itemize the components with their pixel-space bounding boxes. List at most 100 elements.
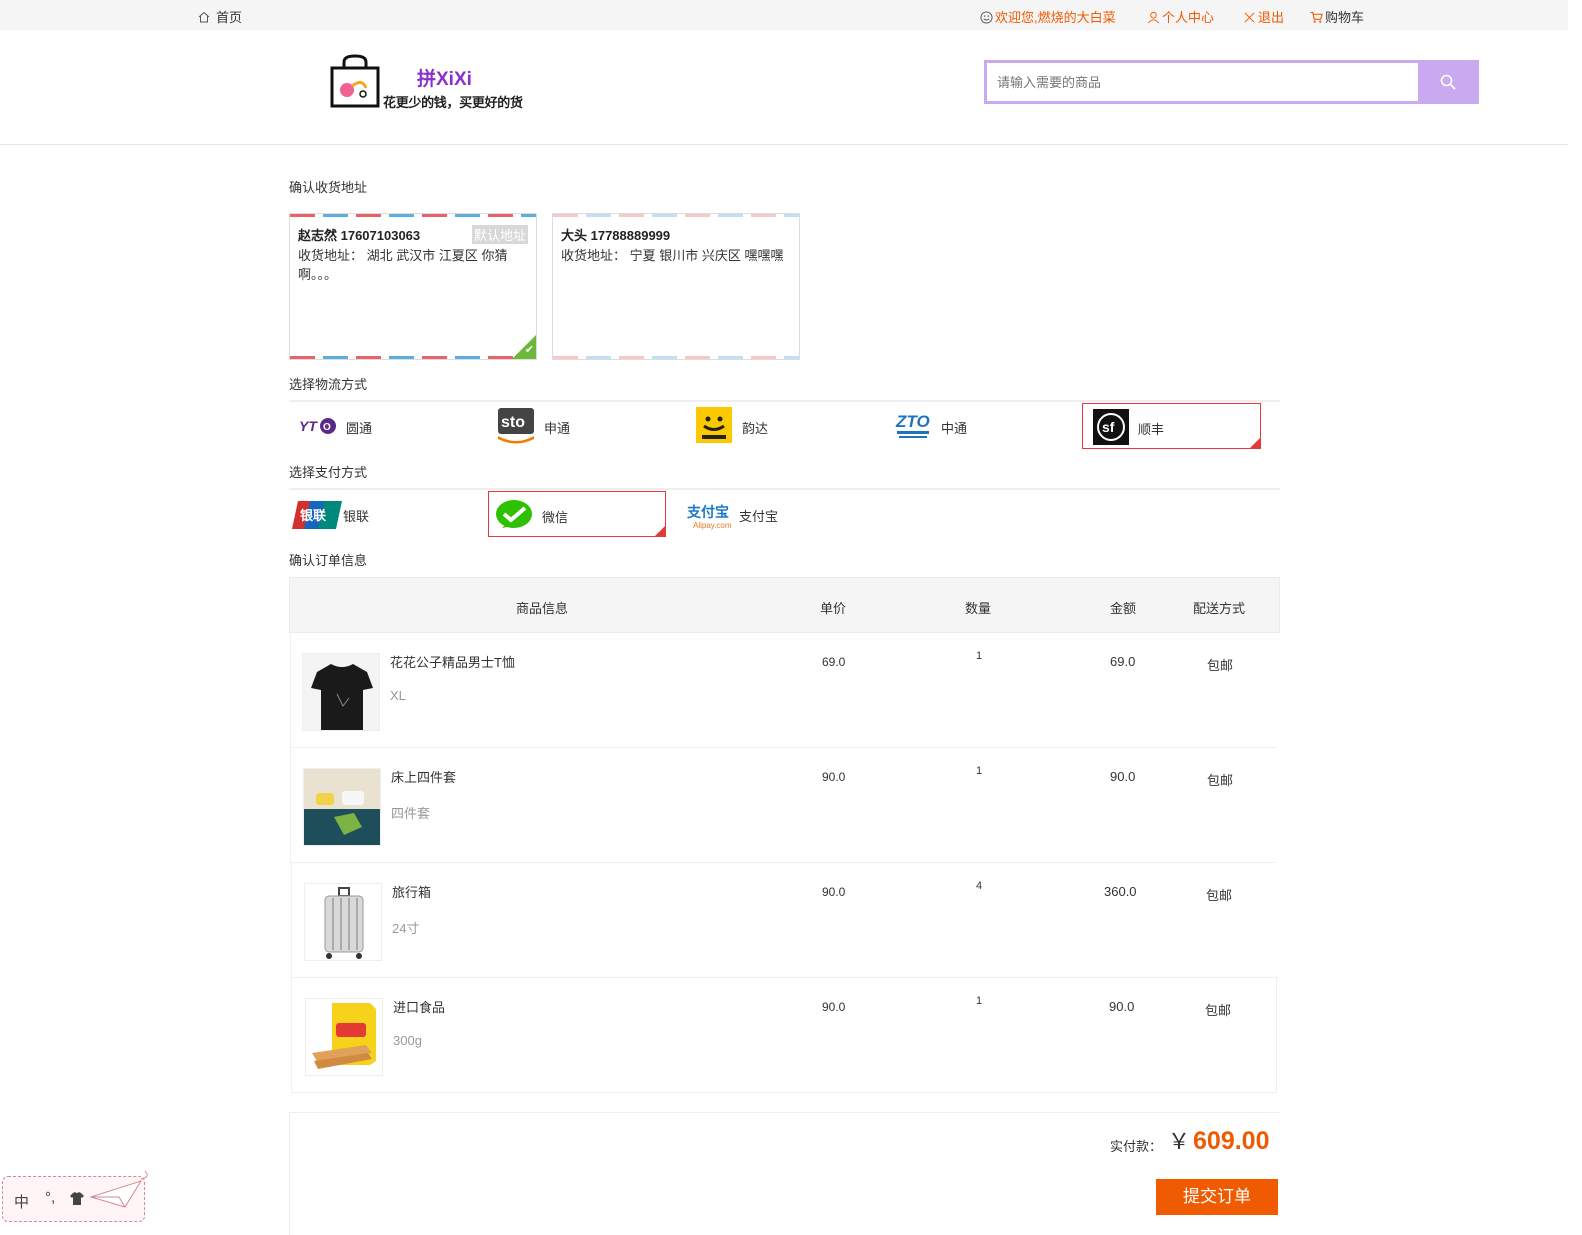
product-spec: XL <box>390 688 406 703</box>
shipping-method: 包邮 <box>1206 888 1233 903</box>
svg-text:O: O <box>323 422 331 433</box>
divider <box>289 488 1280 490</box>
search-input[interactable] <box>987 63 1407 101</box>
logistics-section-title: 选择物流方式 <box>289 377 368 392</box>
site-header: 拼XiXi 花更少的钱，买更好的货 <box>0 30 1568 145</box>
product-name[interactable]: 床上四件套 <box>391 767 456 786</box>
payment-label: 支付宝 <box>739 509 779 524</box>
ime-toolbar[interactable]: 中 °, <box>2 1170 148 1222</box>
address-text: 收货地址： 湖北 武汉市 江夏区 你猜啊。。。 <box>298 248 508 282</box>
search-button[interactable] <box>1418 60 1479 104</box>
address-card[interactable]: 赵志然 17607103063 收货地址： 湖北 武汉市 江夏区 你猜啊。。。 … <box>289 213 537 360</box>
selected-corner <box>1250 438 1260 448</box>
column-header: 配送方式 <box>1193 601 1246 616</box>
product-name[interactable]: 进口食品 <box>393 997 445 1016</box>
address-card[interactable]: 大头 17788889999 收货地址： 宁夏 银川市 兴庆区 嘿嘿嘿 <box>552 213 800 360</box>
total-amount: 609.00 <box>1193 1127 1270 1155</box>
address-text: 收货地址： 宁夏 银川市 兴庆区 嘿嘿嘿 <box>561 248 784 263</box>
order-section-title: 确认订单信息 <box>289 553 368 568</box>
sto-logo-icon: sto <box>498 408 534 444</box>
logistics-option-sto[interactable]: sto 申通 <box>489 403 669 449</box>
svg-text:sto: sto <box>501 414 525 431</box>
sf-logo-icon: sf <box>1093 409 1129 445</box>
logistics-option-sf[interactable]: sf 顺丰 <box>1082 403 1261 449</box>
product-thumbnail[interactable] <box>305 998 383 1076</box>
snack-image <box>306 999 382 1075</box>
user-icon <box>1148 11 1159 24</box>
smile-icon <box>980 11 993 24</box>
logistics-label: 顺丰 <box>1138 422 1165 437</box>
product-thumbnail[interactable] <box>304 883 382 961</box>
product-spec: 300g <box>393 1033 422 1048</box>
quantity: 4 <box>976 880 983 892</box>
airmail-stripe <box>290 214 536 217</box>
currency-symbol: ￥ <box>1168 1129 1191 1154</box>
payment-label: 银联 <box>343 509 370 524</box>
table-row: 花花公子精品男士T恤 XL 69.0 1 69.0 包邮 <box>290 633 1276 748</box>
table-row: 旅行箱 24寸 90.0 4 360.0 包邮 <box>291 863 1277 978</box>
bedding-image <box>304 769 380 845</box>
brand-name: 拼XiXi <box>417 69 472 90</box>
payment-option-unionpay[interactable]: 银联 银联 <box>289 491 469 537</box>
payment-option-wechat[interactable]: 微信 <box>488 491 666 537</box>
suitcase-image <box>305 884 381 960</box>
home-icon <box>198 11 210 23</box>
quantity: 1 <box>976 650 983 662</box>
cart-link[interactable]: 购物车 <box>1310 7 1364 26</box>
svg-text:银联: 银联 <box>300 508 326 524</box>
unionpay-logo-icon: 银联 <box>292 501 342 529</box>
column-header: 金额 <box>1110 601 1137 616</box>
product-thumbnail[interactable] <box>303 768 381 846</box>
product-name[interactable]: 花花公子精品男士T恤 <box>390 652 515 671</box>
logistics-option-zto[interactable]: ZTO 中通 <box>886 403 1066 449</box>
logistics-option-yto[interactable]: YT O 圆通 <box>289 403 469 449</box>
wechat-logo-icon <box>496 500 532 528</box>
yto-logo-icon: YT O <box>299 418 336 434</box>
submit-order-button[interactable]: 提交订单 <box>1156 1179 1278 1215</box>
shipping-method: 包邮 <box>1205 1003 1232 1018</box>
product-name[interactable]: 旅行箱 <box>392 882 431 901</box>
pay-label: 实付款： <box>1110 1139 1163 1154</box>
amount: 90.0 <box>1109 999 1135 1014</box>
logistics-option-yunda[interactable]: 韵达 <box>687 403 867 449</box>
address-section-title: 确认收货地址 <box>289 180 368 195</box>
skin-icon[interactable] <box>70 1192 84 1205</box>
amount: 69.0 <box>1110 654 1136 669</box>
payment-option-alipay[interactable]: 支付宝 Alipay.com 支付宝 <box>686 491 866 537</box>
unit-price: 90.0 <box>822 885 846 899</box>
unit-price: 69.0 <box>822 655 846 669</box>
payment-label: 微信 <box>542 510 569 525</box>
logout-link[interactable]: 退出 <box>1243 7 1284 26</box>
address-name-phone: 大头 17788889999 <box>561 228 671 243</box>
svg-text:支付宝: 支付宝 <box>687 504 729 521</box>
svg-text:sf: sf <box>1102 419 1115 435</box>
airmail-stripe <box>290 356 536 359</box>
brand-slogan: 花更少的钱，买更好的货 <box>383 95 523 110</box>
home-link[interactable]: 首页 <box>198 7 242 26</box>
user-center-link[interactable]: 个人中心 <box>1147 7 1214 26</box>
logistics-label: 申通 <box>544 421 571 436</box>
column-header: 商品信息 <box>516 601 569 616</box>
check-icon: ✔ <box>524 344 534 356</box>
amount: 360.0 <box>1104 884 1137 899</box>
ime-mode-toggle[interactable]: 中 <box>14 1191 29 1212</box>
search-box <box>984 60 1419 104</box>
quantity: 1 <box>976 765 983 777</box>
paper-plane-icon <box>89 1170 148 1208</box>
product-thumbnail[interactable] <box>302 653 380 731</box>
logistics-label: 韵达 <box>742 421 769 436</box>
logistics-label: 中通 <box>941 421 968 436</box>
shopping-bag-logo-icon[interactable] <box>330 54 380 108</box>
unit-price: 90.0 <box>822 770 846 784</box>
close-icon <box>1244 12 1255 23</box>
home-label: 首页 <box>216 10 243 25</box>
quantity: 1 <box>976 995 983 1007</box>
table-row: 进口食品 300g 90.0 1 90.0 包邮 <box>291 978 1277 1093</box>
airmail-stripe <box>553 356 799 359</box>
top-nav-bar: 首页 欢迎您,燃烧的大白菜 个人中心 退出 购物车 <box>0 0 1568 30</box>
ime-punctuation-toggle[interactable]: °, <box>45 1189 55 1206</box>
table-header: 商品信息 单价 数量 金额 配送方式 <box>289 577 1280 633</box>
column-header: 单价 <box>820 601 847 616</box>
svg-text:ZTO: ZTO <box>895 412 930 431</box>
yunda-logo-icon <box>696 407 732 443</box>
